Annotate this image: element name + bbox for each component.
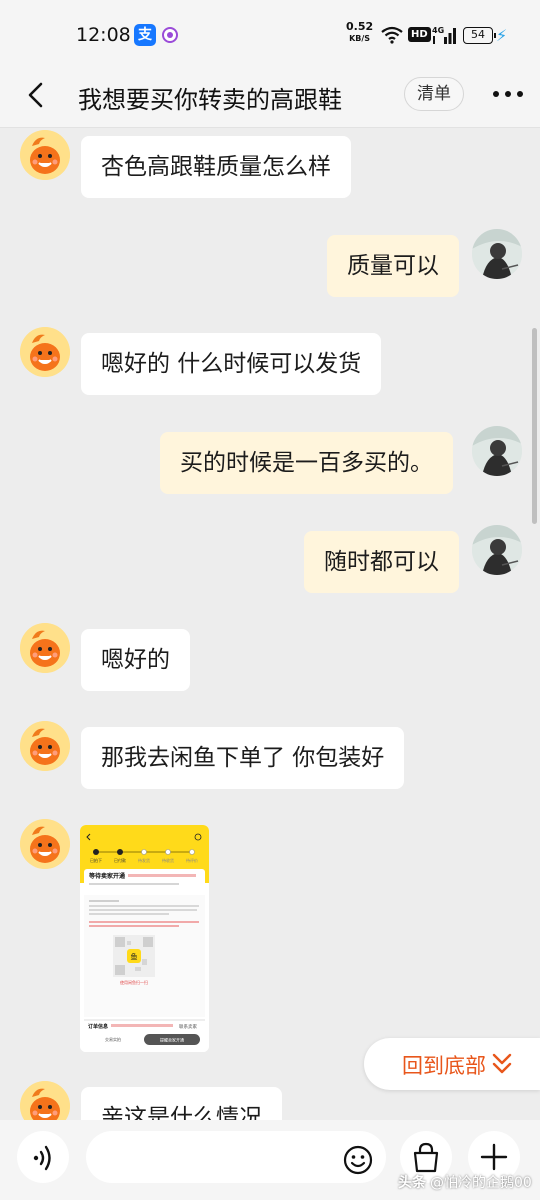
incoming-message[interactable]: 杏色高跟鞋质量怎么样 — [81, 136, 351, 198]
fish-mascot-icon — [20, 327, 70, 377]
page-title: 我想要买你转卖的高跟鞋 — [78, 86, 342, 114]
seller-avatar[interactable] — [20, 327, 70, 377]
more-icon[interactable] — [490, 81, 526, 107]
user-avatar[interactable] — [472, 426, 522, 476]
order-screenshot-image[interactable]: 已拍下 已付款 待发货 待收货 待评价 等待卖家开通 鱼 使用闲鱼扫一扫 订单信… — [80, 825, 209, 1052]
incoming-message[interactable]: 嗯好的 什么时候可以发货 — [81, 333, 382, 395]
alipay-icon: 支 — [134, 24, 156, 46]
list-button[interactable]: 清单 — [404, 77, 464, 111]
fish-mascot-icon — [20, 623, 70, 673]
user-photo-icon — [472, 229, 522, 279]
charging-icon: ⚡ — [496, 26, 508, 45]
notification-dot-icon — [162, 27, 178, 43]
svg-text:待收货: 待收货 — [162, 857, 174, 863]
svg-text:提醒卖家开通: 提醒卖家开通 — [160, 1037, 184, 1043]
network-speed-value: 0.52 — [346, 20, 374, 33]
scrollbar[interactable] — [532, 328, 537, 524]
voice-button[interactable] — [17, 1131, 69, 1183]
user-avatar[interactable] — [472, 525, 522, 575]
seller-avatar[interactable] — [20, 130, 70, 180]
user-photo-icon — [472, 525, 522, 575]
hd-icon: HD — [408, 27, 431, 42]
network-speed-unit: KB/S — [349, 34, 371, 43]
status-bar: 12:08 支 0.52 KB/S HD 4G 54 ⚡ — [0, 0, 540, 66]
voice-icon — [33, 1145, 51, 1171]
emoji-icon[interactable] — [342, 1144, 374, 1176]
double-chevron-down-icon — [492, 1053, 512, 1074]
seller-avatar[interactable] — [20, 721, 70, 771]
svg-text:联系卖家: 联系卖家 — [179, 1023, 197, 1030]
svg-text:鱼: 鱼 — [131, 952, 138, 961]
outgoing-message[interactable]: 买的时候是一百多买的。 — [160, 432, 453, 494]
back-to-bottom-button[interactable]: 回到底部 — [364, 1038, 540, 1090]
battery-icon: 54 — [463, 27, 496, 44]
fish-mascot-icon — [20, 819, 70, 869]
incoming-message[interactable]: 亲这是什么情况 — [81, 1087, 282, 1120]
back-to-bottom-label: 回到底部 — [402, 1054, 486, 1078]
seller-avatar[interactable] — [20, 623, 70, 673]
wifi-icon — [381, 26, 403, 44]
fish-mascot-icon — [20, 130, 70, 180]
message-input[interactable] — [86, 1131, 386, 1183]
svg-text:等待卖家开通: 等待卖家开通 — [88, 872, 125, 880]
watermark-brand: 头条 — [398, 1175, 426, 1191]
incoming-message[interactable]: 那我去闲鱼下单了 你包装好 — [81, 727, 405, 789]
svg-text:待发货: 待发货 — [138, 857, 150, 863]
chat-header: 我想要买你转卖的高跟鞋 清单 — [0, 66, 540, 128]
svg-text:已付款: 已付款 — [114, 857, 126, 863]
watermark-handle: @怕冷的企鹅00 — [430, 1175, 532, 1191]
incoming-message[interactable]: 嗯好的 — [81, 629, 190, 691]
svg-text:订单信息: 订单信息 — [88, 1023, 108, 1030]
network-type: 4G — [432, 26, 444, 35]
network-speed: 0.52 KB/S — [346, 20, 374, 44]
status-time: 12:08 — [76, 24, 131, 46]
svg-text:使用闲鱼扫一扫: 使用闲鱼扫一扫 — [120, 979, 148, 985]
seller-avatar[interactable] — [20, 819, 70, 869]
signal-icon: 4G — [432, 26, 456, 44]
svg-text:已拍下: 已拍下 — [90, 857, 102, 863]
chat-message-list[interactable]: 杏色高跟鞋质量怎么样 质量可以 嗯好的 什么时候可以发货 买的时候是一百多买的。… — [0, 128, 540, 1120]
seller-avatar[interactable] — [20, 1081, 70, 1120]
fish-mascot-icon — [20, 721, 70, 771]
outgoing-message[interactable]: 随时都可以 — [304, 531, 459, 593]
back-icon[interactable] — [22, 80, 52, 110]
outgoing-message[interactable]: 质量可以 — [327, 235, 459, 297]
svg-text:交易实拍: 交易实拍 — [105, 1036, 121, 1042]
watermark: 头条 @怕冷的企鹅00 — [398, 1172, 532, 1192]
user-photo-icon — [472, 426, 522, 476]
fish-mascot-icon — [20, 1081, 70, 1120]
user-avatar[interactable] — [472, 229, 522, 279]
svg-text:待评价: 待评价 — [186, 857, 198, 863]
